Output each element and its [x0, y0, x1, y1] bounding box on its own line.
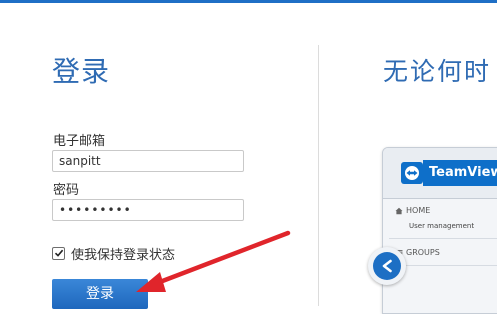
app-preview-header: TeamViewer	[383, 148, 497, 199]
nav-separator	[389, 238, 497, 239]
remember-me[interactable]: 使我保持登录状态	[52, 245, 176, 263]
login-button[interactable]: 登录	[52, 279, 148, 309]
nav-home: HOME	[395, 206, 430, 215]
nav-home-label: HOME	[406, 206, 431, 215]
teamviewer-logo-icon	[401, 162, 423, 184]
app-preview-window: TeamViewer HOME User management GROUPS	[382, 147, 497, 314]
app-brand-name: TeamViewer	[423, 160, 497, 186]
panel-divider	[318, 45, 319, 306]
home-icon	[395, 207, 403, 214]
login-title: 登录	[52, 55, 111, 88]
remember-checkbox[interactable]	[52, 246, 65, 260]
email-input[interactable]	[52, 150, 244, 172]
carousel-back-button[interactable]	[368, 247, 406, 285]
nav-user-management: User management	[409, 222, 475, 230]
remember-label: 使我保持登录状态	[71, 247, 176, 263]
nav-groups-label: GROUPS	[406, 248, 440, 257]
password-input[interactable]	[52, 199, 244, 221]
back-arrow-icon	[373, 252, 401, 280]
promo-title: 无论何时	[383, 57, 492, 86]
password-label: 密码	[53, 183, 80, 198]
checkmark-icon	[54, 249, 63, 257]
email-label: 电子邮箱	[53, 134, 106, 149]
